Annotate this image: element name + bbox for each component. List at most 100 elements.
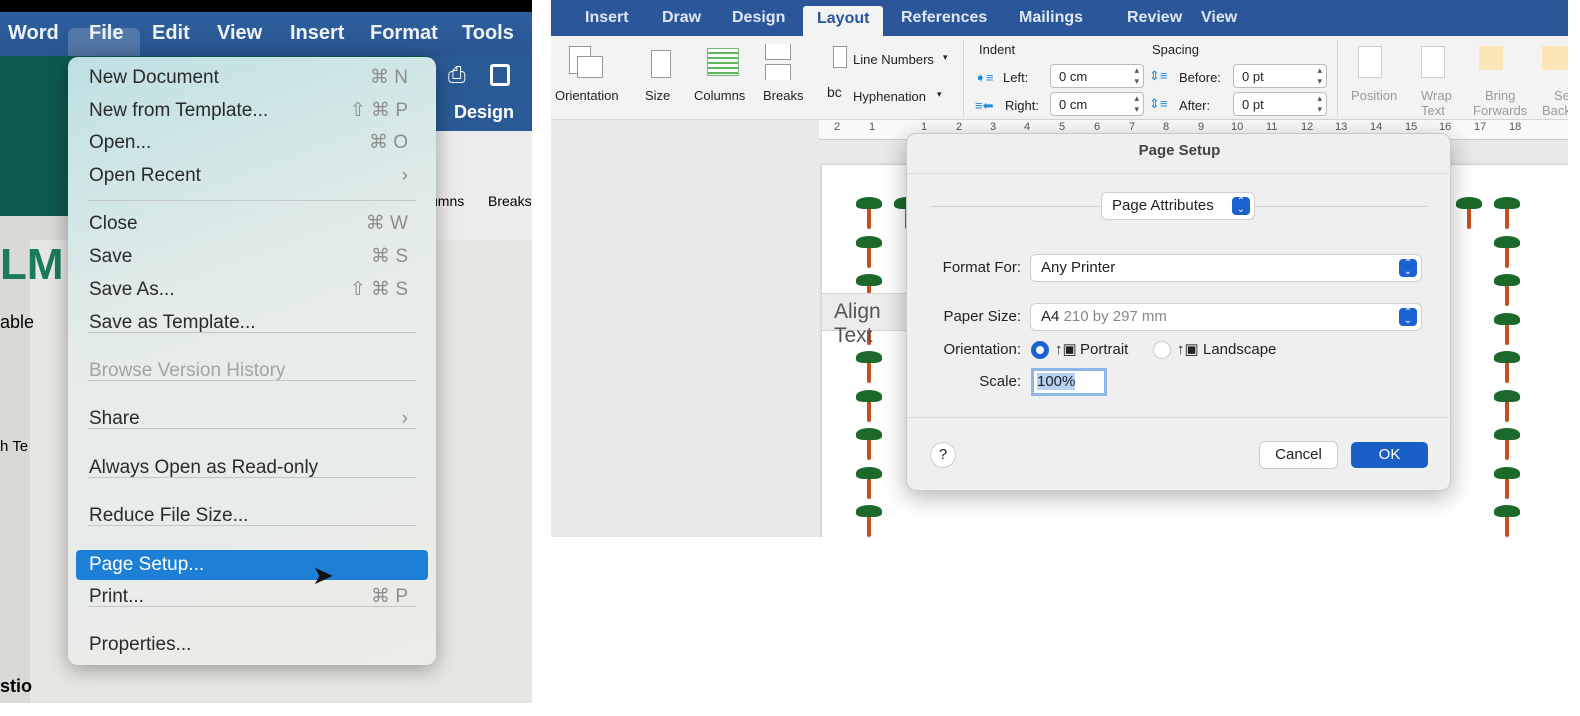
breaks-icon — [765, 64, 791, 80]
menu-item-share[interactable]: Share › — [76, 404, 428, 434]
menu-item-new-from-template[interactable]: New from Template... ⇧ ⌘ P — [76, 96, 428, 126]
spacing-before-label: Before: — [1179, 70, 1221, 85]
send-backward-label: Se — [1554, 88, 1568, 103]
doc-text: h Te — [0, 438, 29, 455]
wrap-text-icon — [1421, 46, 1445, 78]
tab-design[interactable]: Design — [732, 9, 785, 27]
menu-item-print[interactable]: Print... ⌘ P — [76, 582, 428, 612]
menu-item-shortcut: › — [401, 165, 408, 186]
stepper-icon: ⌃ ⌄ — [1232, 197, 1250, 215]
print-icon: ⎙ — [448, 62, 466, 87]
tab-draw[interactable]: Draw — [662, 9, 701, 27]
ruler-tick-label: 16 — [1439, 121, 1452, 133]
cancel-button[interactable]: Cancel — [1260, 442, 1337, 468]
wrap-text-label: Wrap — [1421, 88, 1452, 103]
paper-size-detail: 210 by 297 mm — [1063, 308, 1167, 325]
palm-tree-border-icon — [1492, 311, 1522, 345]
menubar-insert[interactable]: Insert — [290, 22, 344, 45]
orientation-label: Orientation: — [943, 341, 1021, 358]
tab-layout[interactable]: Layout — [803, 6, 884, 36]
menubar-format[interactable]: Format — [370, 22, 438, 45]
menu-item-save-as-template[interactable]: Save as Template... — [76, 308, 428, 338]
menu-item-save-as[interactable]: Save As... ⇧ ⌘ S — [76, 275, 428, 305]
menu-item-label: Always Open as Read-only — [89, 457, 319, 478]
ruler-tick-label: 11 — [1266, 121, 1278, 133]
palm-tree-border-icon — [854, 195, 884, 229]
menubar-edit[interactable]: Edit — [152, 22, 190, 45]
background-tabbar: ⎙ Design — [430, 56, 532, 131]
ok-button[interactable]: OK — [1351, 442, 1428, 468]
stepper-icon: ⌃ ⌄ — [1399, 259, 1417, 277]
menu-item-open[interactable]: Open... ⌘ O — [76, 128, 428, 158]
menu-item-close[interactable]: Close ⌘ W — [76, 209, 428, 239]
spacing-title: Spacing — [1152, 42, 1199, 57]
ruler-tick-label: 3 — [990, 121, 997, 133]
position-icon — [1358, 46, 1382, 78]
menu-item-reduce-file-size[interactable]: Reduce File Size... — [76, 501, 428, 531]
palm-tree-border-icon — [1492, 234, 1522, 268]
menubar-file[interactable]: File — [89, 22, 123, 45]
menubar-view[interactable]: View — [217, 22, 262, 45]
ruler-tick-label: 6 — [1094, 121, 1101, 133]
tab-insert[interactable]: Insert — [585, 9, 629, 27]
menu-item-label: Save as Template... — [89, 312, 256, 333]
stepper-icon: ⌃ ⌄ — [1399, 308, 1417, 326]
scale-label: Scale: — [979, 373, 1021, 390]
menu-separator — [88, 477, 416, 478]
menu-item-page-setup[interactable]: Page Setup... — [76, 550, 428, 580]
menu-item-always-open-as-read-only[interactable]: Always Open as Read-only — [76, 453, 428, 483]
wrap-text-label: Text — [1421, 103, 1445, 118]
palm-tree-border-icon — [1492, 272, 1522, 306]
send-backward-label: Back — [1542, 103, 1568, 118]
help-button[interactable]: ? — [931, 443, 955, 467]
menu-item-save[interactable]: Save ⌘ S — [76, 242, 428, 272]
paper-size-select[interactable]: A4 210 by 297 mm ⌃ ⌄ — [1031, 304, 1421, 330]
menu-separator — [88, 525, 416, 526]
page-setup-dialog: Page Setup Page Attributes ⌃ ⌄ Format For:… — [906, 133, 1452, 491]
menu-item-label: New Document — [89, 67, 219, 88]
menu-item-shortcut: ⌘ P — [371, 586, 408, 607]
tab-review[interactable]: Review — [1127, 9, 1182, 27]
tab-mailings[interactable]: Mailings — [1019, 9, 1083, 27]
section-select[interactable]: Page Attributes ⌃ ⌄ — [1102, 193, 1254, 219]
menu-item-browse-version-history[interactable]: Browse Version History — [76, 356, 428, 386]
spacing-before-icon: ⇕≡ — [1149, 68, 1168, 83]
line-numbers-icon — [833, 46, 847, 68]
palm-tree-border-icon — [1492, 426, 1522, 460]
menu-item-properties[interactable]: Properties... — [76, 630, 428, 660]
ruler-tick-label: 10 — [1231, 121, 1244, 133]
spacing-after-input[interactable]: 0 pt — [1233, 92, 1327, 116]
menu-item-shortcut: ⌘ S — [371, 246, 408, 267]
breaks-label: Breaks — [488, 193, 532, 209]
menu-item-label: Share — [89, 408, 140, 429]
format-for-select[interactable]: Any Printer ⌃ ⌄ — [1031, 255, 1421, 281]
word-layout-screenshot: Insert Draw Design Layout References Mai… — [551, 0, 1568, 537]
portrait-radio[interactable] — [1031, 341, 1049, 359]
menubar-word[interactable]: Word — [8, 22, 59, 45]
menu-item-label: Reduce File Size... — [89, 505, 249, 526]
indent-title: Indent — [979, 42, 1016, 57]
paper-size-label: Paper Size: — [943, 308, 1021, 325]
spacing-before-input[interactable]: 0 pt — [1233, 64, 1327, 88]
menu-separator — [88, 332, 416, 333]
columns-label: Columns — [694, 88, 746, 103]
tab-view[interactable]: View — [1201, 9, 1237, 27]
indent-left-input[interactable]: 0 cm — [1050, 64, 1144, 88]
tab-references[interactable]: References — [901, 9, 987, 27]
landscape-label: Landscape — [1203, 341, 1277, 358]
menu-item-open-recent[interactable]: Open Recent › — [76, 161, 428, 191]
hyphenation-icon: bc — [827, 84, 842, 100]
design-tab: Design — [454, 102, 515, 122]
ruler-tick-label: 2 — [834, 121, 841, 133]
menubar-tools[interactable]: Tools — [462, 22, 514, 45]
scale-input[interactable]: 100% — [1031, 368, 1107, 396]
menu-item-new-document[interactable]: New Document ⌘ N — [76, 63, 428, 93]
landscape-radio[interactable] — [1153, 341, 1171, 359]
dialog-title: Page Setup — [1138, 142, 1221, 159]
bring-forwards-label: Forwards — [1473, 103, 1528, 118]
doc-text: able — [0, 312, 35, 332]
palm-tree-border-icon — [1492, 388, 1522, 422]
indent-right-input[interactable]: 0 cm — [1050, 92, 1144, 116]
menu-item-label: Save — [89, 246, 133, 267]
scale-value: 100% — [1037, 373, 1076, 390]
